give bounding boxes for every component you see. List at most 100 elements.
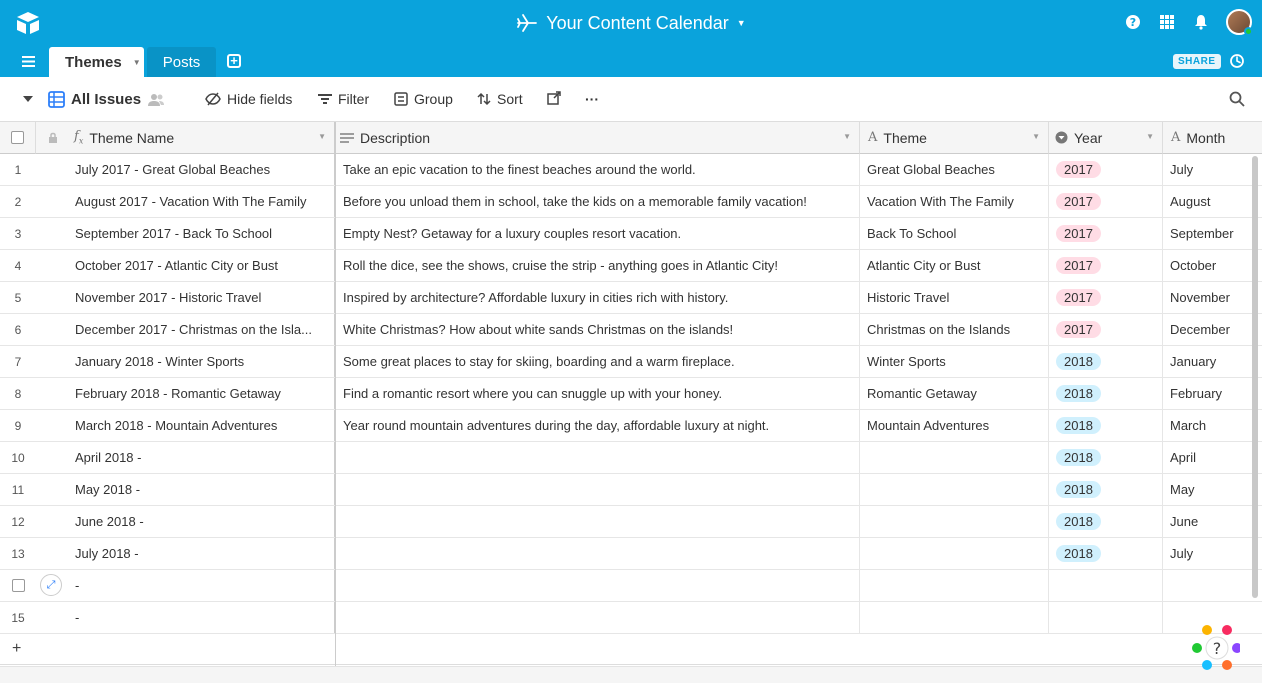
cell-theme-name[interactable]: March 2018 - Mountain Adventures (70, 410, 336, 441)
cell-theme-name[interactable]: December 2017 - Christmas on the Isla... (70, 314, 336, 345)
cell-theme-name[interactable]: February 2018 - Romantic Getaway (70, 378, 336, 409)
cell-month[interactable] (1163, 570, 1262, 601)
cell-description[interactable]: Take an epic vacation to the finest beac… (336, 154, 860, 185)
table-row[interactable]: 11 May 2018 - 2018 May (0, 474, 1262, 506)
cell-description[interactable]: Before you unload them in school, take t… (336, 186, 860, 217)
cell-theme-name[interactable]: January 2018 - Winter Sports (70, 346, 336, 377)
cell-month[interactable]: October (1163, 250, 1262, 281)
chevron-down-icon[interactable]: ▼ (133, 58, 141, 67)
cell-theme-name[interactable]: July 2018 - (70, 538, 336, 569)
table-row[interactable]: 1 July 2017 - Great Global Beaches Take an… (0, 154, 1262, 186)
more-options-button[interactable]: ··· (585, 91, 599, 107)
cell-description[interactable]: Some great places to stay for skiing, bo… (336, 346, 860, 377)
avatar[interactable] (1226, 9, 1253, 36)
cell-theme[interactable]: Romantic Getaway (860, 378, 1049, 409)
group-button[interactable]: Group (394, 91, 453, 107)
cell-year[interactable]: 2017 (1049, 250, 1163, 281)
cell-month[interactable]: July (1163, 154, 1262, 185)
cell-theme[interactable]: Back To School (860, 218, 1049, 249)
cell-theme-name[interactable]: June 2018 - (70, 506, 336, 537)
tab-themes[interactable]: Themes ▼ (49, 47, 144, 77)
cell-month[interactable]: January (1163, 346, 1262, 377)
cell-theme[interactable] (860, 570, 1049, 601)
table-row[interactable]: 3 September 2017 - Back To School Empty Ne… (0, 218, 1262, 250)
vertical-scrollbar[interactable] (1252, 156, 1258, 598)
cell-theme[interactable] (860, 506, 1049, 537)
cell-month[interactable]: August (1163, 186, 1262, 217)
cell-theme[interactable] (860, 602, 1049, 633)
cell-year[interactable]: 2017 (1049, 282, 1163, 313)
bell-icon[interactable] (1192, 13, 1210, 31)
table-row[interactable]: 8 February 2018 - Romantic Getaway Find a … (0, 378, 1262, 410)
frozen-column-divider[interactable] (335, 154, 336, 683)
select-all-checkbox[interactable] (11, 131, 24, 144)
cell-month[interactable]: November (1163, 282, 1262, 313)
cell-theme-name[interactable]: - (70, 602, 336, 633)
cell-theme-name[interactable]: April 2018 - (70, 442, 336, 473)
history-icon[interactable] (1229, 53, 1245, 69)
cell-theme-name[interactable]: July 2017 - Great Global Beaches (70, 154, 336, 185)
cell-theme-name[interactable]: August 2017 - Vacation With The Family (70, 186, 336, 217)
cell-description[interactable]: White Christmas? How about white sands C… (336, 314, 860, 345)
table-row[interactable]: 13 July 2018 - 2018 July (0, 538, 1262, 570)
cell-description[interactable]: Year round mountain adventures during th… (336, 410, 860, 441)
cell-year[interactable]: 2017 (1049, 186, 1163, 217)
table-row[interactable]: 9 March 2018 - Mountain Adventures Year ro… (0, 410, 1262, 442)
cell-month[interactable]: September (1163, 218, 1262, 249)
cell-month[interactable]: June (1163, 506, 1262, 537)
cell-description[interactable] (336, 506, 860, 537)
share-button[interactable]: SHARE (1173, 54, 1221, 69)
cell-theme[interactable] (860, 474, 1049, 505)
column-header-description[interactable]: Description ▼ (336, 122, 860, 154)
table-row[interactable]: 7 January 2018 - Winter Sports Some great … (0, 346, 1262, 378)
cell-theme[interactable]: Christmas on the Islands (860, 314, 1049, 345)
cell-month[interactable]: April (1163, 442, 1262, 473)
cell-description[interactable]: Find a romantic resort where you can snu… (336, 378, 860, 409)
cell-year[interactable]: 2018 (1049, 474, 1163, 505)
add-table-icon[interactable]: + (227, 54, 241, 68)
hamburger-menu-icon[interactable] (22, 56, 35, 67)
apps-grid-icon[interactable] (1158, 13, 1176, 31)
cell-month[interactable]: March (1163, 410, 1262, 441)
cell-month[interactable]: July (1163, 538, 1262, 569)
base-title[interactable]: Your Content Calendar ▼ (0, 0, 1262, 46)
cell-year[interactable]: 2018 (1049, 506, 1163, 537)
chevron-down-icon[interactable]: ▼ (1032, 132, 1040, 141)
expand-record-icon[interactable]: ⤢ (40, 574, 62, 596)
table-row[interactable]: 10 April 2018 - 2018 April (0, 442, 1262, 474)
table-row[interactable]: 6 December 2017 - Christmas on the Isla..… (0, 314, 1262, 346)
cell-theme-name[interactable]: May 2018 - (70, 474, 336, 505)
cell-year[interactable]: 2018 (1049, 378, 1163, 409)
cell-theme[interactable]: Atlantic City or Bust (860, 250, 1049, 281)
cell-theme[interactable]: Vacation With The Family (860, 186, 1049, 217)
views-toggle-icon[interactable] (22, 95, 34, 103)
cell-theme[interactable]: Mountain Adventures (860, 410, 1049, 441)
column-header-theme-name[interactable]: fx Theme Name ▼ (70, 122, 336, 154)
table-row[interactable]: 15 - (0, 602, 1262, 634)
view-selector[interactable]: All Issues (48, 91, 165, 108)
sort-button[interactable]: Sort (477, 91, 523, 107)
tab-posts[interactable]: Posts (147, 47, 216, 77)
cell-month[interactable]: December (1163, 314, 1262, 345)
search-icon[interactable] (1229, 91, 1245, 107)
share-view-button[interactable] (547, 91, 561, 105)
cell-theme-name[interactable]: October 2017 - Atlantic City or Bust (70, 250, 336, 281)
table-row[interactable]: ⤢ - (0, 570, 1262, 602)
cell-year[interactable]: 2018 (1049, 442, 1163, 473)
table-row[interactable]: 5 November 2017 - Historic Travel Inspired… (0, 282, 1262, 314)
cell-description[interactable]: Inspired by architecture? Affordable lux… (336, 282, 860, 313)
table-row[interactable]: 12 June 2018 - 2018 June (0, 506, 1262, 538)
table-row[interactable]: 2 August 2017 - Vacation With The Family B… (0, 186, 1262, 218)
add-record-icon[interactable]: + (12, 640, 21, 658)
column-header-year[interactable]: Year ▼ (1049, 122, 1163, 154)
cell-year[interactable]: 2018 (1049, 538, 1163, 569)
help-icon[interactable]: ? (1124, 13, 1142, 31)
add-record-row[interactable]: + (0, 634, 1262, 665)
cell-year[interactable]: 2018 (1049, 410, 1163, 441)
hide-fields-button[interactable]: Hide fields (205, 91, 292, 107)
cell-theme[interactable]: Winter Sports (860, 346, 1049, 377)
cell-theme-name[interactable]: - (70, 570, 336, 601)
cell-month[interactable]: February (1163, 378, 1262, 409)
table-row[interactable]: 4 October 2017 - Atlantic City or Bust Rol… (0, 250, 1262, 282)
cell-description[interactable]: Empty Nest? Getaway for a luxury couples… (336, 218, 860, 249)
